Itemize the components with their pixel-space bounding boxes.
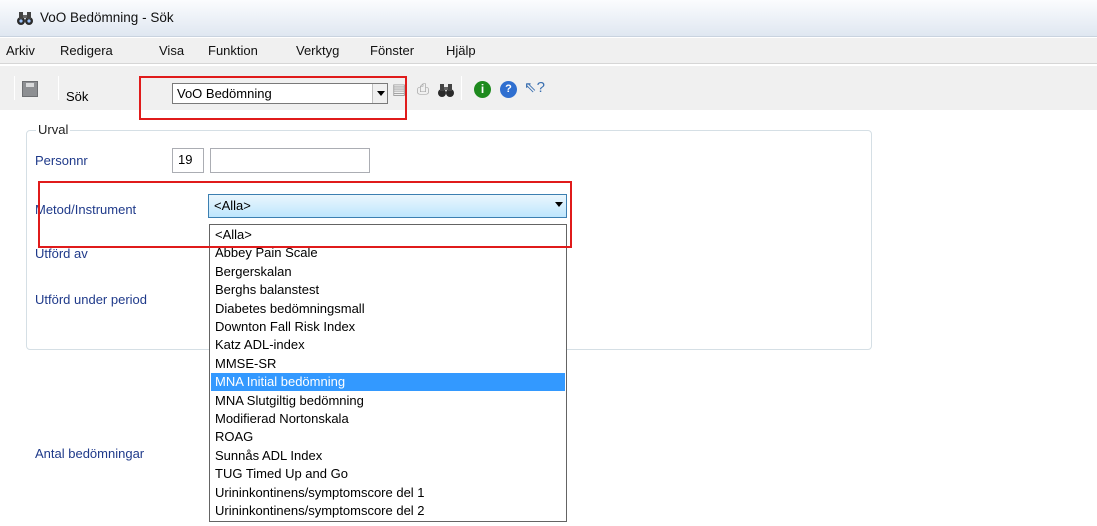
dropdown-option[interactable]: TUG Timed Up and Go: [211, 465, 565, 483]
menu-hjalp[interactable]: Hjälp: [446, 43, 476, 58]
toolbar-separator: [58, 76, 59, 100]
search-label: Sök: [66, 89, 89, 104]
title-bar: VoO Bedömning - Sök: [0, 0, 1097, 37]
dropdown-option[interactable]: Downton Fall Risk Index: [211, 318, 565, 336]
binoculars-icon[interactable]: [437, 82, 455, 98]
help-icon[interactable]: ?: [500, 81, 517, 98]
toolbar-separator: [14, 76, 15, 100]
personnr-label: Personnr: [35, 153, 88, 168]
annotation-box: [38, 181, 572, 248]
dropdown-option[interactable]: ROAG: [211, 428, 565, 446]
menu-verktyg[interactable]: Verktyg: [296, 43, 339, 58]
toolbar-separator: [461, 76, 462, 100]
dropdown-option[interactable]: Urininkontinens/symptomscore del 2: [211, 502, 565, 520]
menu-funktion[interactable]: Funktion: [208, 43, 258, 58]
annotation-box: [139, 76, 407, 120]
context-help-icon[interactable]: ⇖?: [524, 79, 545, 97]
dropdown-option[interactable]: Berghs balanstest: [211, 281, 565, 299]
dropdown-option[interactable]: Modifierad Nortonskala: [211, 410, 565, 428]
dropdown-option[interactable]: MNA Initial bedömning: [211, 373, 565, 392]
personnr-prefix-field[interactable]: 19: [172, 148, 204, 173]
personnr-prefix-value: 19: [178, 152, 193, 167]
dropdown-option[interactable]: MNA Slutgiltig bedömning: [211, 392, 565, 410]
binoculars-icon: [17, 12, 33, 25]
menu-fonster[interactable]: Fönster: [370, 43, 414, 58]
menu-bar: Arkiv Redigera Visa Funktion Verktyg Fön…: [0, 38, 1097, 64]
utford-av-label: Utförd av: [35, 246, 88, 261]
menu-redigera[interactable]: Redigera: [60, 43, 113, 58]
urval-legend: Urval: [36, 122, 71, 137]
info-icon[interactable]: i: [474, 81, 491, 98]
metod-dropdown-list: <Alla> Abbey Pain Scale Bergerskalan Berghs…: [209, 224, 567, 522]
dropdown-option[interactable]: Katz ADL-index: [211, 336, 565, 354]
dropdown-option[interactable]: Urininkontinens/symptomscore del 1: [211, 484, 565, 502]
save-icon[interactable]: [22, 81, 38, 97]
menu-visa[interactable]: Visa: [159, 43, 184, 58]
menu-arkiv[interactable]: Arkiv: [6, 43, 35, 58]
antal-bedomningar-label: Antal bedömningar: [35, 446, 145, 461]
window-title: VoO Bedömning - Sök: [40, 10, 174, 25]
dropdown-option[interactable]: Diabetes bedömningsmall: [211, 300, 565, 318]
print-icon[interactable]: ⎙: [413, 81, 433, 99]
dropdown-option[interactable]: Bergerskalan: [211, 263, 565, 281]
dropdown-option[interactable]: Sunnås ADL Index: [211, 447, 565, 465]
personnr-field[interactable]: [210, 148, 370, 173]
utford-period-label: Utförd under period: [35, 292, 148, 307]
dropdown-option[interactable]: MMSE-SR: [211, 355, 565, 373]
